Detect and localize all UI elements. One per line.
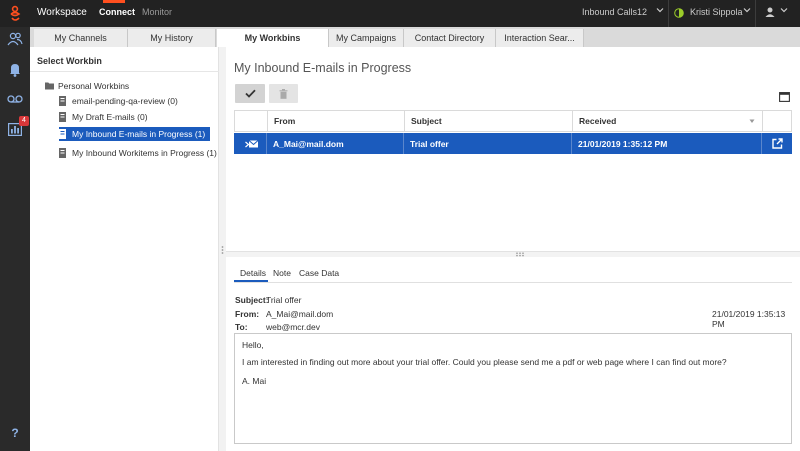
vertical-splitter[interactable] [219, 47, 226, 451]
tab-my-channels[interactable]: My Channels [34, 29, 128, 47]
divider [30, 71, 219, 72]
tree-item-my-inbound-emails-in-progress[interactable]: My Inbound E-mails in Progress (1) [59, 127, 211, 141]
tab-interaction-search[interactable]: Interaction Sear... [496, 29, 584, 47]
tab-my-workbins[interactable]: My Workbins [217, 29, 329, 47]
tab-case-data[interactable]: Case Data [299, 268, 339, 278]
tree-item-label: My Inbound E-mails in Progress (1) [72, 129, 206, 139]
voicemail-icon[interactable] [5, 89, 25, 109]
received-date: 21/01/2019 1:35:13 PM [712, 309, 786, 329]
active-nav-indicator [103, 0, 125, 3]
tree-item-email-pending-qa-review[interactable]: email-pending-qa-review (0) [59, 94, 178, 108]
tree-root-personal-workbins[interactable]: Personal Workbins [45, 79, 129, 93]
divider [668, 0, 669, 27]
tree-item-label: My Inbound Workitems in Progress (1) [72, 148, 217, 158]
top-bar: Workspace Connect Monitor Inbound Calls … [0, 0, 800, 27]
grid-header-icon-column [235, 111, 268, 131]
divider [755, 0, 756, 27]
help-icon[interactable]: ? [5, 423, 25, 443]
nav-monitor[interactable]: Monitor [142, 7, 172, 17]
from-label: From: [235, 309, 260, 319]
nav-connect[interactable]: Connect [99, 7, 135, 17]
from-value: A_Mai@mail.dom [266, 309, 334, 319]
chevron-down-icon[interactable] [743, 6, 751, 16]
sort-down-icon[interactable] [749, 119, 755, 124]
main-tabs: My Channels My History My Workbins My Ca… [30, 27, 800, 47]
workbin-icon [59, 129, 68, 139]
tab-note[interactable]: Note [273, 268, 291, 278]
tab-my-campaigns[interactable]: My Campaigns [329, 29, 404, 47]
cell-from: A_Mai@mail.dom [267, 133, 404, 154]
workbin-title: My Inbound E-mails in Progress [234, 61, 412, 75]
open-external-icon[interactable] [762, 133, 792, 154]
column-header-from[interactable]: From [268, 111, 405, 131]
tab-details[interactable]: Details [240, 268, 266, 278]
workbin-icon [59, 148, 68, 158]
column-header-received[interactable]: Received [573, 111, 763, 131]
tree-item-my-draft-emails[interactable]: My Draft E-mails (0) [59, 110, 148, 124]
email-type-icon [234, 133, 267, 154]
to-label: To: [235, 322, 248, 332]
tree-item-label: Personal Workbins [58, 81, 130, 91]
subject-value: Trial offer [266, 295, 302, 305]
mark-done-button[interactable] [235, 84, 265, 103]
genesys-logo-icon [0, 0, 30, 27]
trash-icon [279, 88, 288, 99]
tree-item-label: My Draft E-mails (0) [72, 112, 148, 122]
column-header-label: Received [579, 116, 617, 126]
statistics-badge: 4 [19, 116, 29, 126]
horizontal-splitter[interactable] [226, 251, 800, 257]
email-body-line: I am interested in finding out more abou… [242, 357, 727, 367]
cell-subject: Trial offer [404, 133, 572, 154]
email-body-line: Hello, [242, 340, 264, 350]
workbin-panel: Select Workbin Personal Workbins email-p… [30, 47, 219, 451]
user-name[interactable]: Kristi Sippola [690, 7, 743, 17]
contacts-icon[interactable] [5, 29, 25, 49]
email-body[interactable]: Hello, I am interested in finding out mo… [234, 333, 792, 444]
divider [234, 282, 792, 283]
workbin-icon [59, 96, 68, 106]
to-value: web@mcr.dev [266, 322, 320, 332]
grid-header: From Subject Received [234, 110, 792, 132]
tab-my-history[interactable]: My History [128, 29, 216, 47]
tree-item-my-inbound-workitems-in-progress[interactable]: My Inbound Workitems in Progress (1) [59, 146, 217, 160]
user-menu-icon[interactable] [764, 7, 776, 20]
subject-label: Subject: [235, 295, 269, 305]
inbound-calls-label[interactable]: Inbound Calls [582, 7, 637, 17]
maximize-icon[interactable] [779, 92, 790, 102]
workbin-panel-title: Select Workbin [37, 56, 102, 66]
email-body-line: A. Mai [242, 376, 267, 386]
left-rail: 4 ? [0, 27, 30, 451]
table-row[interactable]: A_Mai@mail.dom Trial offer 21/01/2019 1:… [234, 133, 792, 154]
chevron-down-icon[interactable] [656, 6, 664, 16]
notifications-icon[interactable] [5, 59, 25, 79]
column-header-subject[interactable]: Subject [405, 111, 573, 131]
workbin-icon [59, 112, 68, 122]
checkmark-icon [244, 89, 256, 98]
app-title: Workspace [37, 7, 87, 18]
chevron-down-icon[interactable] [780, 6, 788, 16]
tree-item-label: email-pending-qa-review (0) [72, 96, 178, 106]
inbound-calls-count[interactable]: 12 [637, 7, 647, 17]
delete-button[interactable] [269, 84, 298, 103]
folder-icon [45, 81, 54, 91]
user-status-icon[interactable] [674, 8, 684, 20]
tab-contact-directory[interactable]: Contact Directory [404, 29, 496, 47]
cell-received: 21/01/2019 1:35:12 PM [572, 133, 762, 154]
